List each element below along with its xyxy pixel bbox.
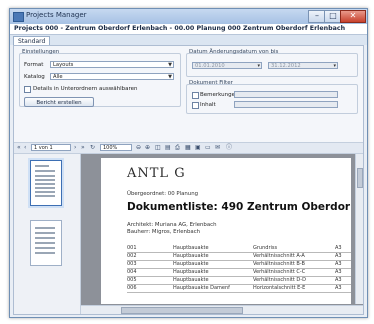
close-button[interactable]: ✕ (340, 10, 366, 23)
projects-window: Projects Manager – □ ✕ Projects 000 - Ze… (9, 8, 368, 318)
first-page-icon[interactable]: « (17, 144, 21, 152)
zoom-in-icon[interactable]: ⊕ (145, 144, 150, 152)
next-page-icon[interactable]: › (74, 144, 76, 152)
screenshot: Projects Manager – □ ✕ Projects 000 - Ze… (0, 0, 374, 324)
remarks-label: Bemerkungen (200, 92, 239, 98)
table-row: 005 Hauptbauakte Verhältnisschnitt D-D A… (127, 277, 351, 285)
subfolders-label: Details in Unterordnern auswählbaren (33, 86, 138, 92)
report-preview[interactable]: ANTL G Übergeordnet: 00 Planung Dokument… (81, 154, 363, 314)
report-client: Bauherr: Migros, Erlenbach (127, 229, 201, 235)
page-thumbnail[interactable] (30, 220, 62, 266)
scroll-thumb[interactable] (357, 168, 363, 188)
project-line: Projects 000 - Zentrum Oberdorf Erlenbac… (14, 25, 346, 32)
app-icon (13, 12, 24, 22)
report-page: ANTL G Übergeordnet: 00 Planung Dokument… (101, 158, 351, 304)
report-architect: Architekt: Muriana AG, Erlenbach (127, 222, 217, 228)
refresh-icon[interactable]: ↻ (90, 144, 95, 152)
content-panel: Einstellungen Format Layouts ▼ Katalog A… (13, 45, 364, 315)
zoom-value: 100% (103, 145, 118, 151)
save-icon[interactable]: ▭ (205, 144, 211, 152)
last-page-icon[interactable]: » (81, 144, 85, 152)
fit-page-icon[interactable]: ◫ (155, 144, 161, 152)
vertical-scrollbar[interactable] (355, 154, 363, 304)
table-row: 002 Hauptbauakte Verhältnisschnitt A-A A… (127, 253, 351, 261)
title-bar[interactable]: Projects Manager – □ ✕ (10, 9, 367, 24)
date-filter-label: Datum Änderungsdatum von bis (189, 49, 279, 55)
page-number-value: 1 von 1 (34, 145, 53, 151)
company-logo: ANTL G (127, 166, 186, 181)
catalog-select[interactable]: Alle ▼ (50, 73, 174, 80)
report-title: Dokumentliste: 490 Zentrum Oberdor (127, 201, 351, 213)
print-icon[interactable]: ⎙ (175, 144, 180, 152)
date-from-value: 01.01.2010 (195, 63, 225, 69)
scroll-thumb[interactable] (121, 307, 243, 314)
doc-filter-group (186, 84, 358, 114)
subfolders-checkbox[interactable] (24, 86, 31, 93)
mail-icon[interactable]: ✉ (215, 144, 220, 152)
tab-strip: Standard (10, 35, 367, 46)
viewer-toolbar: « ‹ 1 von 1 › » ↻ 100% ⊖ ⊕ ◫ ▤ ⎙ ▦ ▣ ▭ ✉ (14, 142, 363, 154)
page-number-field[interactable]: 1 von 1 (31, 144, 71, 151)
content-input[interactable] (234, 101, 338, 108)
window-title: Projects Manager (26, 11, 87, 19)
content-label: Inhalt (200, 102, 216, 108)
format-label: Format (24, 62, 44, 68)
thumbnail-pane (14, 154, 81, 314)
chevron-down-icon: ▼ (168, 74, 172, 80)
create-report-button[interactable]: Bericht erstellen (24, 97, 94, 107)
zoom-out-icon[interactable]: ⊖ (136, 144, 141, 152)
format-select[interactable]: Layouts ▼ (50, 61, 174, 68)
export-icon[interactable]: ▣ (195, 144, 201, 152)
remarks-checkbox[interactable] (192, 92, 199, 99)
report-subtitle: Übergeordnet: 00 Planung (127, 191, 199, 197)
page-thumbnail[interactable] (30, 160, 62, 206)
project-header: Projects 000 - Zentrum Oberdorf Erlenbac… (10, 24, 367, 35)
prev-page-icon[interactable]: ‹ (24, 144, 26, 152)
date-to-field[interactable]: 31.12.2012 ▾ (268, 62, 338, 69)
doc-filter-label: Dokument Filter (189, 80, 233, 86)
date-from-field[interactable]: 01.01.2010 ▾ (192, 62, 262, 69)
catalog-label: Katalog (24, 74, 45, 80)
calendar-icon: ▾ (333, 63, 336, 69)
remarks-input[interactable] (234, 91, 338, 98)
calendar-icon: ▾ (257, 63, 260, 69)
horizontal-scrollbar[interactable] (81, 305, 363, 314)
catalog-value: Alle (53, 74, 63, 80)
table-row: 001 Hauptbauakte Grundriss A3 (127, 245, 351, 253)
content-checkbox[interactable] (192, 102, 199, 109)
page-setup-icon[interactable]: ▤ (165, 144, 171, 152)
print-layout-icon[interactable]: ▦ (185, 144, 191, 152)
zoom-select[interactable]: 100% (100, 144, 132, 151)
chevron-down-icon: ▼ (168, 62, 172, 68)
table-row: 003 Hauptbauakte Verhältnisschnitt B-B A… (127, 261, 351, 269)
format-value: Layouts (53, 62, 74, 68)
settings-group-label: Einstellungen (22, 49, 60, 55)
date-to-value: 31.12.2012 (271, 63, 301, 69)
table-row: 004 Hauptbauakte Verhältnisschnitt C-C A… (127, 269, 351, 277)
table-row: 006 Hauptbauakte Damenf Horizontalschnit… (127, 285, 351, 293)
info-icon[interactable]: ⓘ (226, 144, 232, 152)
